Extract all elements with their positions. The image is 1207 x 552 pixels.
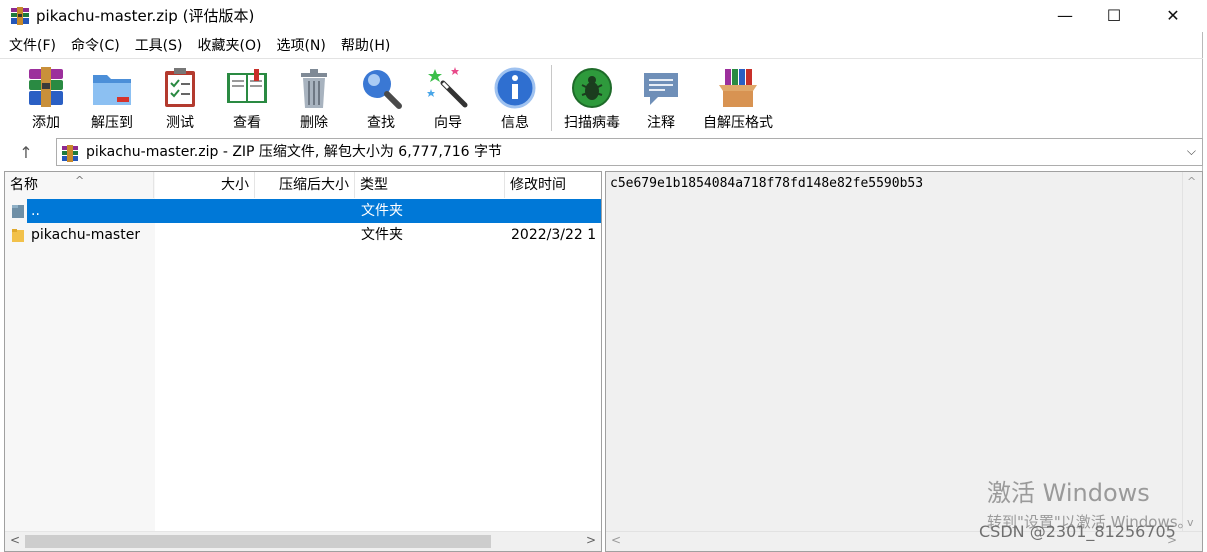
sfx-label: 自解压格式 [703,115,773,131]
sort-ascending-icon: ^ [75,174,85,187]
test-clipboard-icon [165,68,195,107]
title-bar: pikachu-master.zip (评估版本) — ☐ ✕ [0,0,1203,32]
activation-title: 激活 Windows [987,479,1150,507]
magnifier-icon [363,70,402,109]
parent-folder-icon [12,205,24,218]
info-label: 信息 [501,115,529,131]
virus-scan-button[interactable]: 扫描病毒 [559,63,625,133]
header-type[interactable]: 类型 [355,172,505,198]
test-label: 测试 [166,115,194,131]
row-type: 文件夹 [361,227,403,243]
winrar-app-icon [11,7,29,25]
trash-can-icon [301,69,327,108]
comment-label: 注释 [647,115,675,131]
minimize-button[interactable]: — [1042,0,1088,30]
scroll-left-icon[interactable]: < [611,533,621,547]
archive-icon [62,145,78,162]
arrow-up-icon: ↑ [19,142,33,162]
toolbar-separator [551,65,552,131]
maximize-button[interactable]: ☐ [1091,0,1137,30]
view-button[interactable]: 查看 [214,63,280,133]
folder-icon [12,229,24,242]
extract-to-button[interactable]: 解压到 [79,63,145,133]
delete-label: 删除 [300,115,328,131]
virus-scan-icon [572,68,612,108]
up-one-level-button[interactable]: ↑ [8,140,44,164]
row-modified: 2022/3/22 1 [511,227,597,243]
window-title: pikachu-master.zip (评估版本) [36,7,255,25]
find-button[interactable]: 查找 [348,63,414,133]
path-field[interactable]: pikachu-master.zip - ZIP 压缩文件, 解包大小为 6,7… [56,138,1203,166]
table-row[interactable]: .. 文件夹 [5,199,601,223]
extract-to-label: 解压到 [91,115,133,131]
header-name[interactable]: 名称 ^ [5,172,154,198]
comment-button[interactable]: 注释 [628,63,694,133]
address-bar: ↑ pikachu-master.zip - ZIP 压缩文件, 解包大小为 6… [0,137,1203,167]
file-list-horizontal-scrollbar[interactable]: < > [5,531,601,551]
comment-icon [644,73,678,105]
find-label: 查找 [367,115,395,131]
header-name-label: 名称 [10,177,38,193]
row-name: pikachu-master [31,227,141,243]
minimize-icon: — [1057,5,1073,25]
menu-bar: 文件(F) 命令(C) 工具(S) 收藏夹(O) 选项(N) 帮助(H) [0,34,1203,58]
header-modified[interactable]: 修改时间 [505,172,601,198]
add-label: 添加 [32,115,60,131]
row-type: 文件夹 [361,203,403,219]
add-archive-icon [29,67,63,107]
menu-tools[interactable]: 工具(S) [126,34,189,58]
chevron-down-icon[interactable]: ⌵ [1187,144,1196,159]
header-size[interactable]: 大小 [154,172,255,198]
menu-file[interactable]: 文件(F) [0,34,62,58]
file-list-pane: 名称 ^ 大小 压缩后大小 类型 修改时间 .. 文件夹 pikachu-mas… [4,171,602,552]
csdn-watermark: CSDN @2301_81256705 [979,522,1176,541]
scrollbar-thumb[interactable] [25,535,491,548]
scroll-left-icon[interactable]: < [10,533,20,547]
extract-to-folder-icon [93,75,131,105]
scroll-up-icon[interactable]: ^ [1187,175,1196,188]
info-button[interactable]: 信息 [482,63,548,133]
archive-comment-text: c5e679e1b1854084a718f78fd148e82fe5590b53 [610,176,924,191]
menu-favorites[interactable]: 收藏夹(O) [189,34,268,58]
selection-highlight [27,199,601,223]
menu-options[interactable]: 选项(N) [267,34,331,58]
view-book-icon [227,69,267,103]
view-label: 查看 [233,115,261,131]
sfx-button[interactable]: 自解压格式 [700,63,776,133]
scroll-right-icon[interactable]: > [586,533,596,547]
magic-wand-icon [427,67,468,108]
menu-help[interactable]: 帮助(H) [332,34,396,58]
wizard-button[interactable]: 向导 [415,63,481,133]
close-button[interactable]: ✕ [1150,0,1196,30]
sfx-box-icon [719,69,757,107]
wizard-label: 向导 [434,115,462,131]
info-icon [494,67,536,109]
column-headers: 名称 ^ 大小 压缩后大小 类型 修改时间 [5,172,601,198]
row-name: .. [31,203,40,219]
virus-scan-label: 扫描病毒 [564,115,620,131]
header-packed-size[interactable]: 压缩后大小 [255,172,355,198]
add-button[interactable]: 添加 [13,63,79,133]
maximize-icon: ☐ [1106,5,1122,25]
winrar-window: pikachu-master.zip (评估版本) — ☐ ✕ 文件(F) 命令… [0,0,1203,552]
archive-path: pikachu-master.zip - ZIP 压缩文件, 解包大小为 6,7… [86,144,502,160]
delete-button[interactable]: 删除 [281,63,347,133]
test-button[interactable]: 测试 [147,63,213,133]
toolbar: 添加 解压到 测试 查看 删除 查找 向导 信息 扫描病毒 注释 自解压格式 [0,58,1203,136]
menu-commands[interactable]: 命令(C) [62,34,126,58]
close-icon: ✕ [1166,5,1180,25]
table-row[interactable]: pikachu-master 文件夹 2022/3/22 1 [5,223,601,247]
